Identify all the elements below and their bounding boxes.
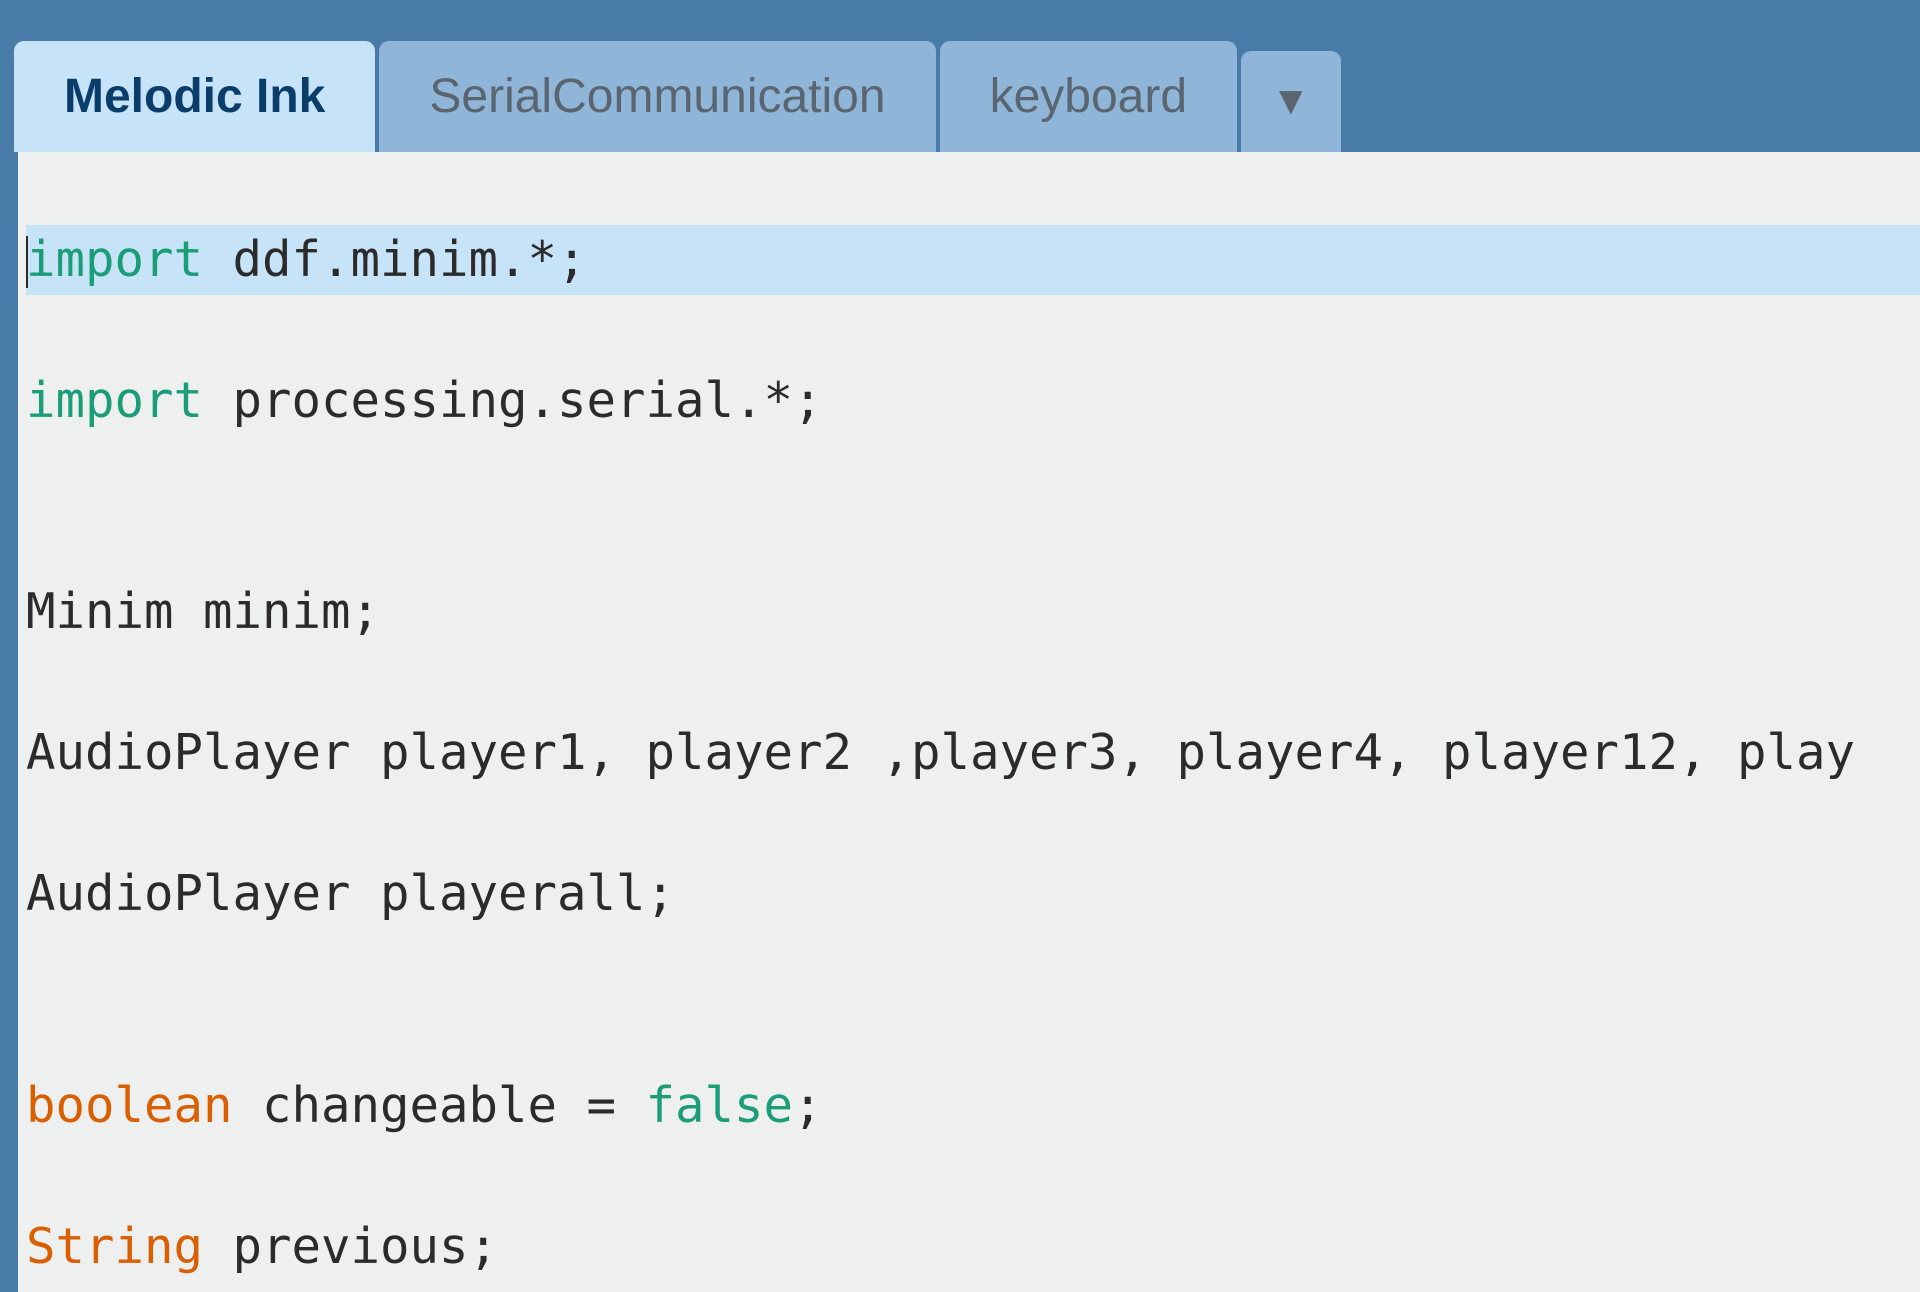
tab-dropdown-button[interactable]: ▼ <box>1241 51 1341 152</box>
code-content: import ddf.minim.*; import processing.se… <box>18 152 1920 1292</box>
code-text: ; <box>793 1077 823 1134</box>
code-line: boolean changeable = false; <box>26 1071 1920 1142</box>
chevron-down-icon: ▼ <box>1271 79 1311 123</box>
keyword-bool: false <box>646 1077 794 1134</box>
keyword-type: String <box>26 1218 203 1275</box>
code-line: import processing.serial.*; <box>26 366 1920 437</box>
code-line: import ddf.minim.*; <box>26 225 1920 296</box>
code-editor[interactable]: import ddf.minim.*; import processing.se… <box>0 152 1920 1292</box>
code-line: AudioPlayer player1, player2 ,player3, p… <box>26 718 1920 789</box>
ide-window: Melodic Ink SerialCommunication keyboard… <box>0 0 1920 1292</box>
tab-melodic-ink[interactable]: Melodic Ink <box>14 41 375 152</box>
code-line: String previous; <box>26 1212 1920 1283</box>
tab-keyboard[interactable]: keyboard <box>940 41 1237 152</box>
keyword-import: import <box>26 231 203 288</box>
code-text: previous; <box>203 1218 498 1275</box>
code-line: AudioPlayer playerall; <box>26 859 1920 930</box>
code-text: ddf.minim.*; <box>203 231 587 288</box>
code-line: Minim minim; <box>26 577 1920 648</box>
keyword-import: import <box>26 372 203 429</box>
code-text: changeable = <box>233 1077 646 1134</box>
tab-bar: Melodic Ink SerialCommunication keyboard… <box>0 0 1920 152</box>
code-text: processing.serial.*; <box>203 372 823 429</box>
keyword-type: boolean <box>26 1077 233 1134</box>
tab-serial-communication[interactable]: SerialCommunication <box>379 41 935 152</box>
